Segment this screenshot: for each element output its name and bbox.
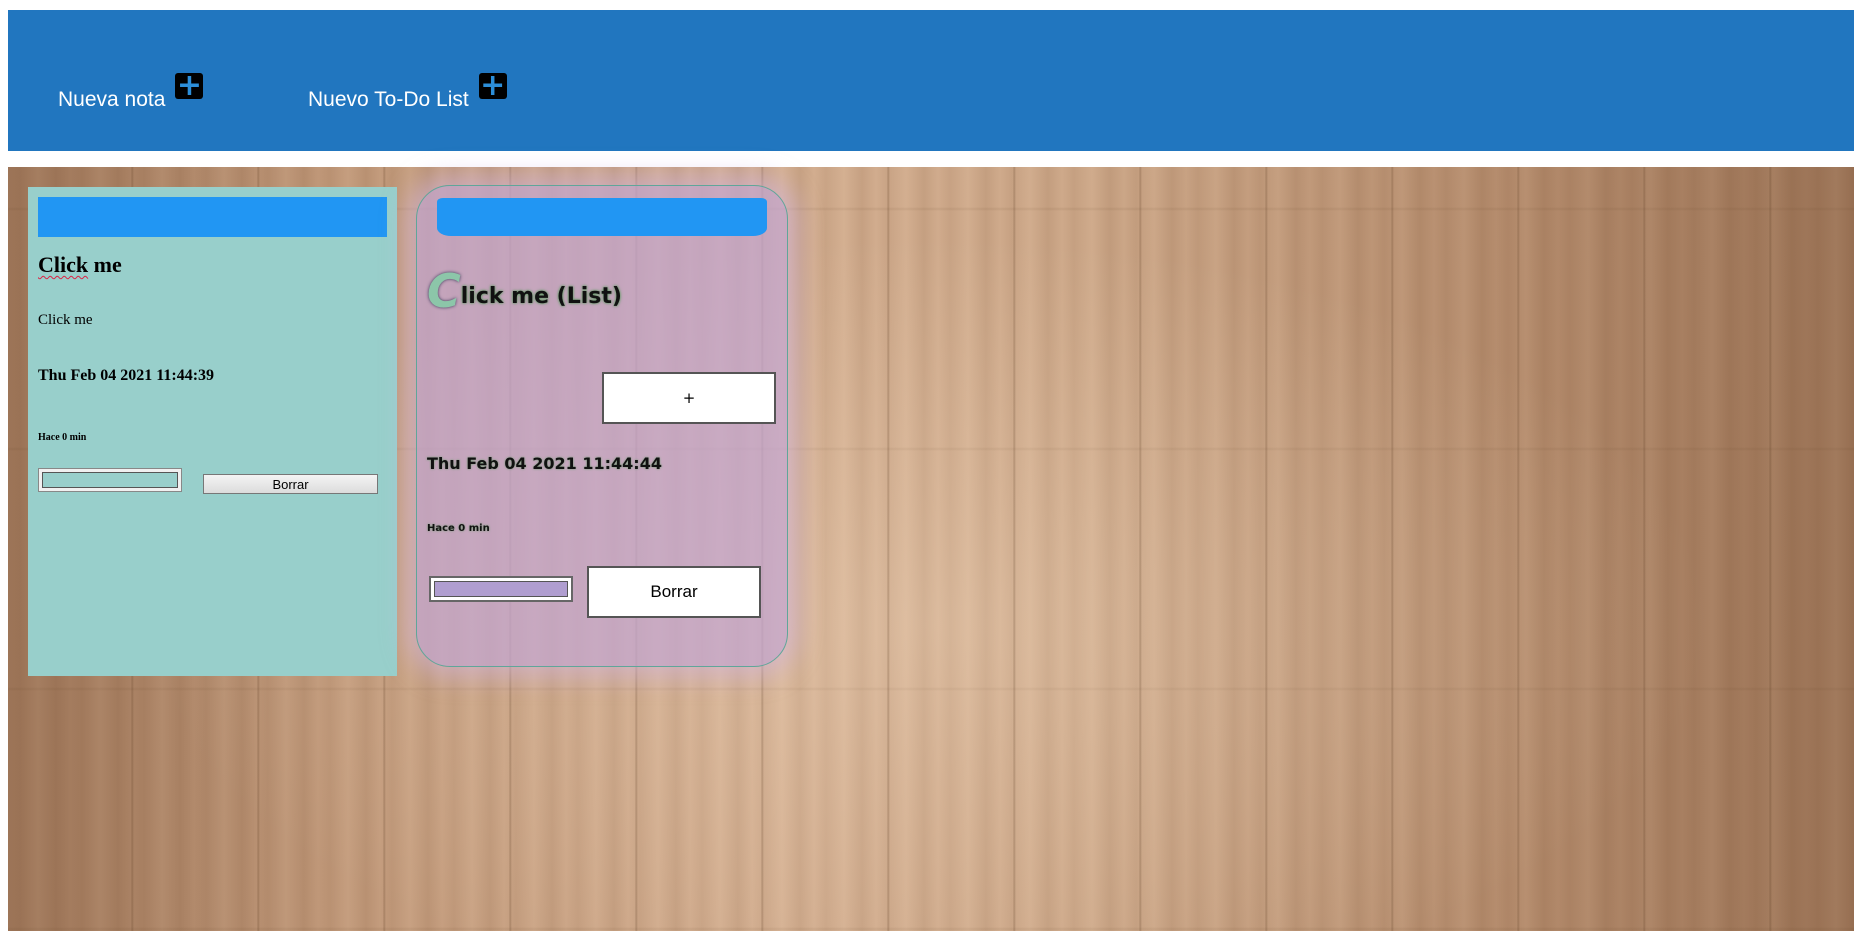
note-title[interactable]: Click me — [38, 252, 122, 278]
new-todo-control: Nuevo To-Do List + — [308, 68, 507, 112]
todo-drag-handle[interactable] — [437, 198, 767, 236]
top-toolbar: Nueva nota + Nuevo To-Do List + — [8, 10, 1854, 151]
note-card: Click me Click me Thu Feb 04 2021 11:44:… — [28, 187, 397, 676]
add-item-button[interactable]: + — [602, 372, 776, 424]
plus-icon: + — [480, 68, 506, 103]
todo-elapsed: Hace 0 min — [427, 523, 490, 534]
todo-delete-button[interactable]: Borrar — [587, 566, 761, 618]
new-note-button[interactable]: + — [175, 68, 204, 103]
todo-color-picker[interactable] — [429, 576, 573, 602]
new-note-control: Nueva nota + — [58, 68, 204, 112]
todo-date: Thu Feb 04 2021 11:44:44 — [427, 454, 662, 473]
note-drag-handle[interactable] — [38, 197, 387, 237]
todo-title-rest: lick me (List) — [460, 284, 622, 309]
new-note-label: Nueva nota — [58, 88, 166, 111]
new-todo-label: Nuevo To-Do List — [308, 88, 469, 111]
note-date: Thu Feb 04 2021 11:44:39 — [38, 367, 215, 384]
todo-card: Click me (List) + Thu Feb 04 2021 11:44:… — [416, 185, 788, 667]
note-delete-button[interactable]: Borrar — [203, 474, 378, 494]
todo-title-initial: C — [427, 264, 461, 318]
note-elapsed: Hace 0 min — [38, 432, 87, 443]
plus-icon: + — [176, 68, 202, 103]
note-color-picker[interactable] — [38, 468, 182, 492]
note-color-swatch — [42, 472, 178, 488]
note-body[interactable]: Click me — [38, 312, 93, 329]
note-title-rest: me — [88, 252, 122, 277]
new-todo-button[interactable]: + — [478, 68, 507, 103]
todo-title[interactable]: Click me (List) — [427, 264, 622, 318]
todo-color-swatch — [434, 581, 568, 597]
note-title-word: Click — [38, 252, 89, 277]
